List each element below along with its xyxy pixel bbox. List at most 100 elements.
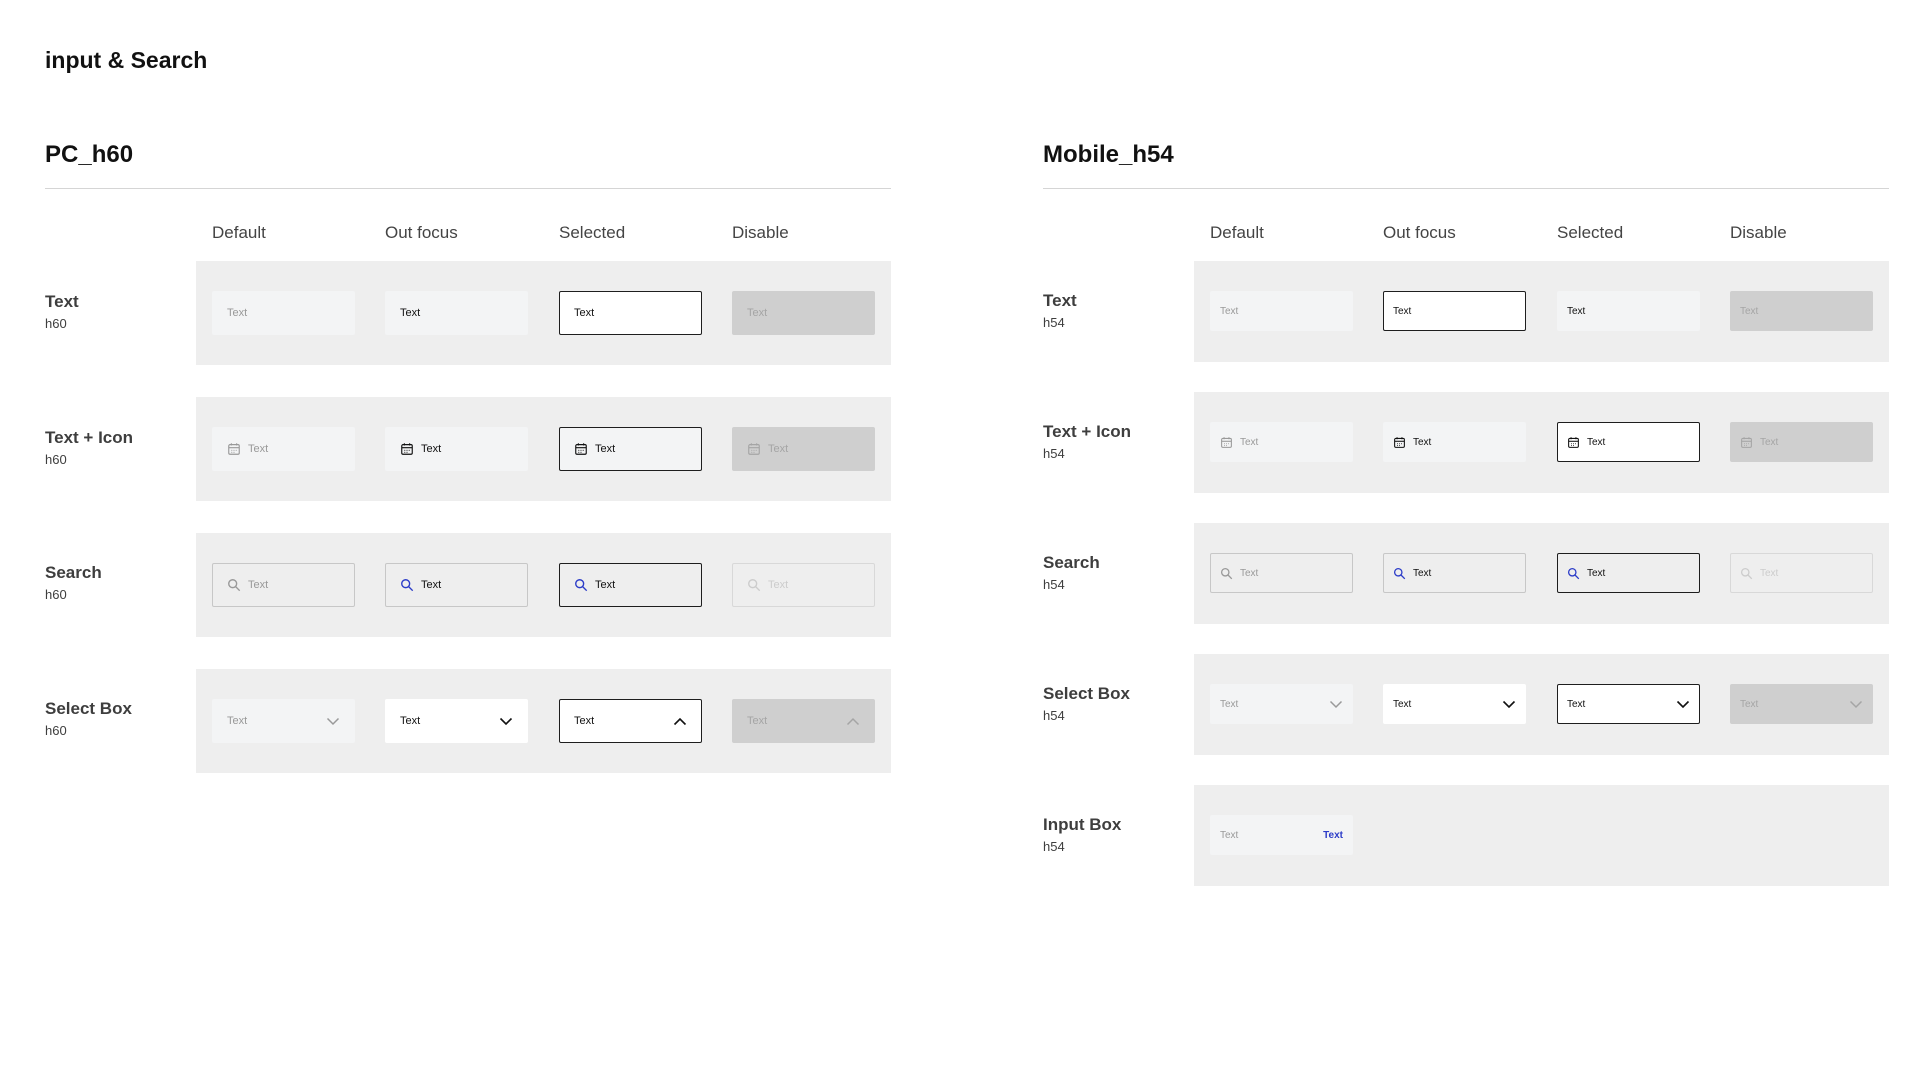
pc-col-selected: Selected bbox=[559, 223, 626, 242]
row-name: Input Box bbox=[1043, 815, 1122, 834]
calendar-icon bbox=[227, 442, 241, 456]
mobile-text-input-selected[interactable]: Text bbox=[1557, 291, 1700, 331]
input-text: Text bbox=[768, 579, 789, 591]
mobile-text-input-disabled: Text bbox=[1730, 291, 1873, 331]
mobile-col-selected: Selected bbox=[1557, 223, 1624, 242]
pc-search-default[interactable]: Text bbox=[212, 563, 355, 607]
pc-text-input-default[interactable]: Text bbox=[212, 291, 355, 335]
input-text: Text bbox=[595, 443, 616, 455]
chevron-down-icon bbox=[326, 717, 340, 726]
mobile-search-selected[interactable]: Text bbox=[1557, 553, 1700, 593]
mobile-select-default[interactable]: Text bbox=[1210, 684, 1353, 724]
row-size: h60 bbox=[45, 587, 67, 602]
row-size: h54 bbox=[1043, 577, 1065, 592]
page-title: input & Search bbox=[45, 47, 208, 73]
pc-col-default: Default bbox=[212, 223, 266, 242]
mobile-section-title: Mobile_h54 bbox=[1043, 141, 1174, 168]
input-text: Text bbox=[574, 307, 595, 319]
pc-icon-input-selected[interactable]: Text bbox=[559, 427, 702, 471]
calendar-icon bbox=[574, 442, 588, 456]
input-text: Text bbox=[248, 443, 269, 455]
pc-section-title: PC_h60 bbox=[45, 141, 134, 168]
mobile-text-input-default[interactable]: Text bbox=[1210, 291, 1353, 331]
row-name: Select Box bbox=[1043, 684, 1130, 703]
chevron-down-icon bbox=[499, 717, 513, 726]
input-text: Text bbox=[1587, 436, 1606, 448]
pc-select-default[interactable]: Text bbox=[212, 699, 355, 743]
mobile-input-box[interactable]: Text Text bbox=[1210, 815, 1353, 855]
search-icon bbox=[1567, 567, 1580, 580]
pc-search-selected[interactable]: Text bbox=[559, 563, 702, 607]
calendar-icon bbox=[400, 442, 414, 456]
input-text: Text bbox=[400, 307, 421, 319]
pc-search-out-focus[interactable]: Text bbox=[385, 563, 528, 607]
input-text: Text bbox=[1393, 305, 1412, 317]
input-text: Text bbox=[1240, 567, 1259, 579]
input-text: Text bbox=[1240, 436, 1259, 448]
input-text: Text bbox=[768, 443, 789, 455]
input-text: Text bbox=[227, 307, 248, 319]
mobile-search-out-focus[interactable]: Text bbox=[1383, 553, 1526, 593]
mobile-row-select-label: Select Box h54 bbox=[1043, 684, 1130, 724]
row-name: Text + Icon bbox=[1043, 422, 1132, 441]
row-name: Text bbox=[45, 292, 79, 311]
mobile-select-selected[interactable]: Text bbox=[1557, 684, 1700, 724]
mobile-col-out-focus: Out focus bbox=[1383, 223, 1456, 242]
chevron-down-icon bbox=[1676, 700, 1690, 709]
input-text: Text bbox=[1567, 305, 1586, 317]
pc-select-out-focus[interactable]: Text bbox=[385, 699, 528, 743]
search-icon bbox=[1220, 567, 1233, 580]
pc-select-selected[interactable]: Text bbox=[559, 699, 702, 743]
mobile-icon-input-disabled: Text bbox=[1730, 422, 1873, 462]
pc-text-input-selected[interactable]: Text bbox=[559, 291, 702, 335]
pc-row-text-icon-label: Text + Icon h60 bbox=[45, 428, 133, 468]
mobile-row-search-label: Search h54 bbox=[1043, 553, 1100, 593]
input-text: Text bbox=[747, 715, 768, 727]
input-text: Text bbox=[1567, 698, 1586, 710]
mobile-text-input-out-focus[interactable]: Text bbox=[1383, 291, 1526, 331]
pc-search-disabled: Text bbox=[732, 563, 875, 607]
mobile-search-default[interactable]: Text bbox=[1210, 553, 1353, 593]
pc-row-text-label: Text h60 bbox=[45, 292, 79, 332]
row-name: Search bbox=[45, 563, 102, 582]
mobile-select-out-focus[interactable]: Text bbox=[1383, 684, 1526, 724]
mobile-icon-input-selected[interactable]: Text bbox=[1557, 422, 1700, 462]
input-text: Text bbox=[1587, 567, 1606, 579]
mobile-icon-input-out-focus[interactable]: Text bbox=[1383, 422, 1526, 462]
row-size: h54 bbox=[1043, 446, 1065, 461]
input-text: Text bbox=[1413, 436, 1432, 448]
input-placeholder: Text bbox=[1220, 829, 1239, 841]
search-icon bbox=[1740, 567, 1753, 580]
chevron-down-icon bbox=[1849, 700, 1863, 709]
pc-select-disabled: Text bbox=[732, 699, 875, 743]
row-size: h60 bbox=[45, 723, 67, 738]
mobile-row-input-box-label: Input Box h54 bbox=[1043, 815, 1121, 855]
pc-text-input-out-focus[interactable]: Text bbox=[385, 291, 528, 335]
search-icon bbox=[227, 578, 241, 592]
mobile-select-disabled: Text bbox=[1730, 684, 1873, 724]
input-text: Text bbox=[1220, 698, 1239, 710]
row-size: h60 bbox=[45, 316, 67, 331]
pc-icon-input-out-focus[interactable]: Text bbox=[385, 427, 528, 471]
input-text: Text bbox=[1740, 698, 1759, 710]
mobile-row-text-label: Text h54 bbox=[1043, 291, 1077, 331]
pc-icon-input-default[interactable]: Text bbox=[212, 427, 355, 471]
input-text: Text bbox=[1413, 567, 1432, 579]
input-text: Text bbox=[248, 579, 269, 591]
mobile-icon-input-default[interactable]: Text bbox=[1210, 422, 1353, 462]
search-icon bbox=[1393, 567, 1406, 580]
calendar-icon bbox=[1220, 436, 1233, 449]
mobile-col-disable: Disable bbox=[1730, 223, 1787, 242]
mobile-row-text-icon-label: Text + Icon h54 bbox=[1043, 422, 1131, 462]
input-action-button[interactable]: Text bbox=[1323, 830, 1343, 841]
chevron-up-icon bbox=[846, 717, 860, 726]
input-text: Text bbox=[1740, 305, 1759, 317]
mobile-search-disabled: Text bbox=[1730, 553, 1873, 593]
search-icon bbox=[747, 578, 761, 592]
row-size: h54 bbox=[1043, 708, 1065, 723]
input-text: Text bbox=[1220, 305, 1239, 317]
search-icon bbox=[574, 578, 588, 592]
calendar-icon bbox=[1740, 436, 1753, 449]
row-size: h54 bbox=[1043, 839, 1065, 854]
input-text: Text bbox=[227, 715, 248, 727]
